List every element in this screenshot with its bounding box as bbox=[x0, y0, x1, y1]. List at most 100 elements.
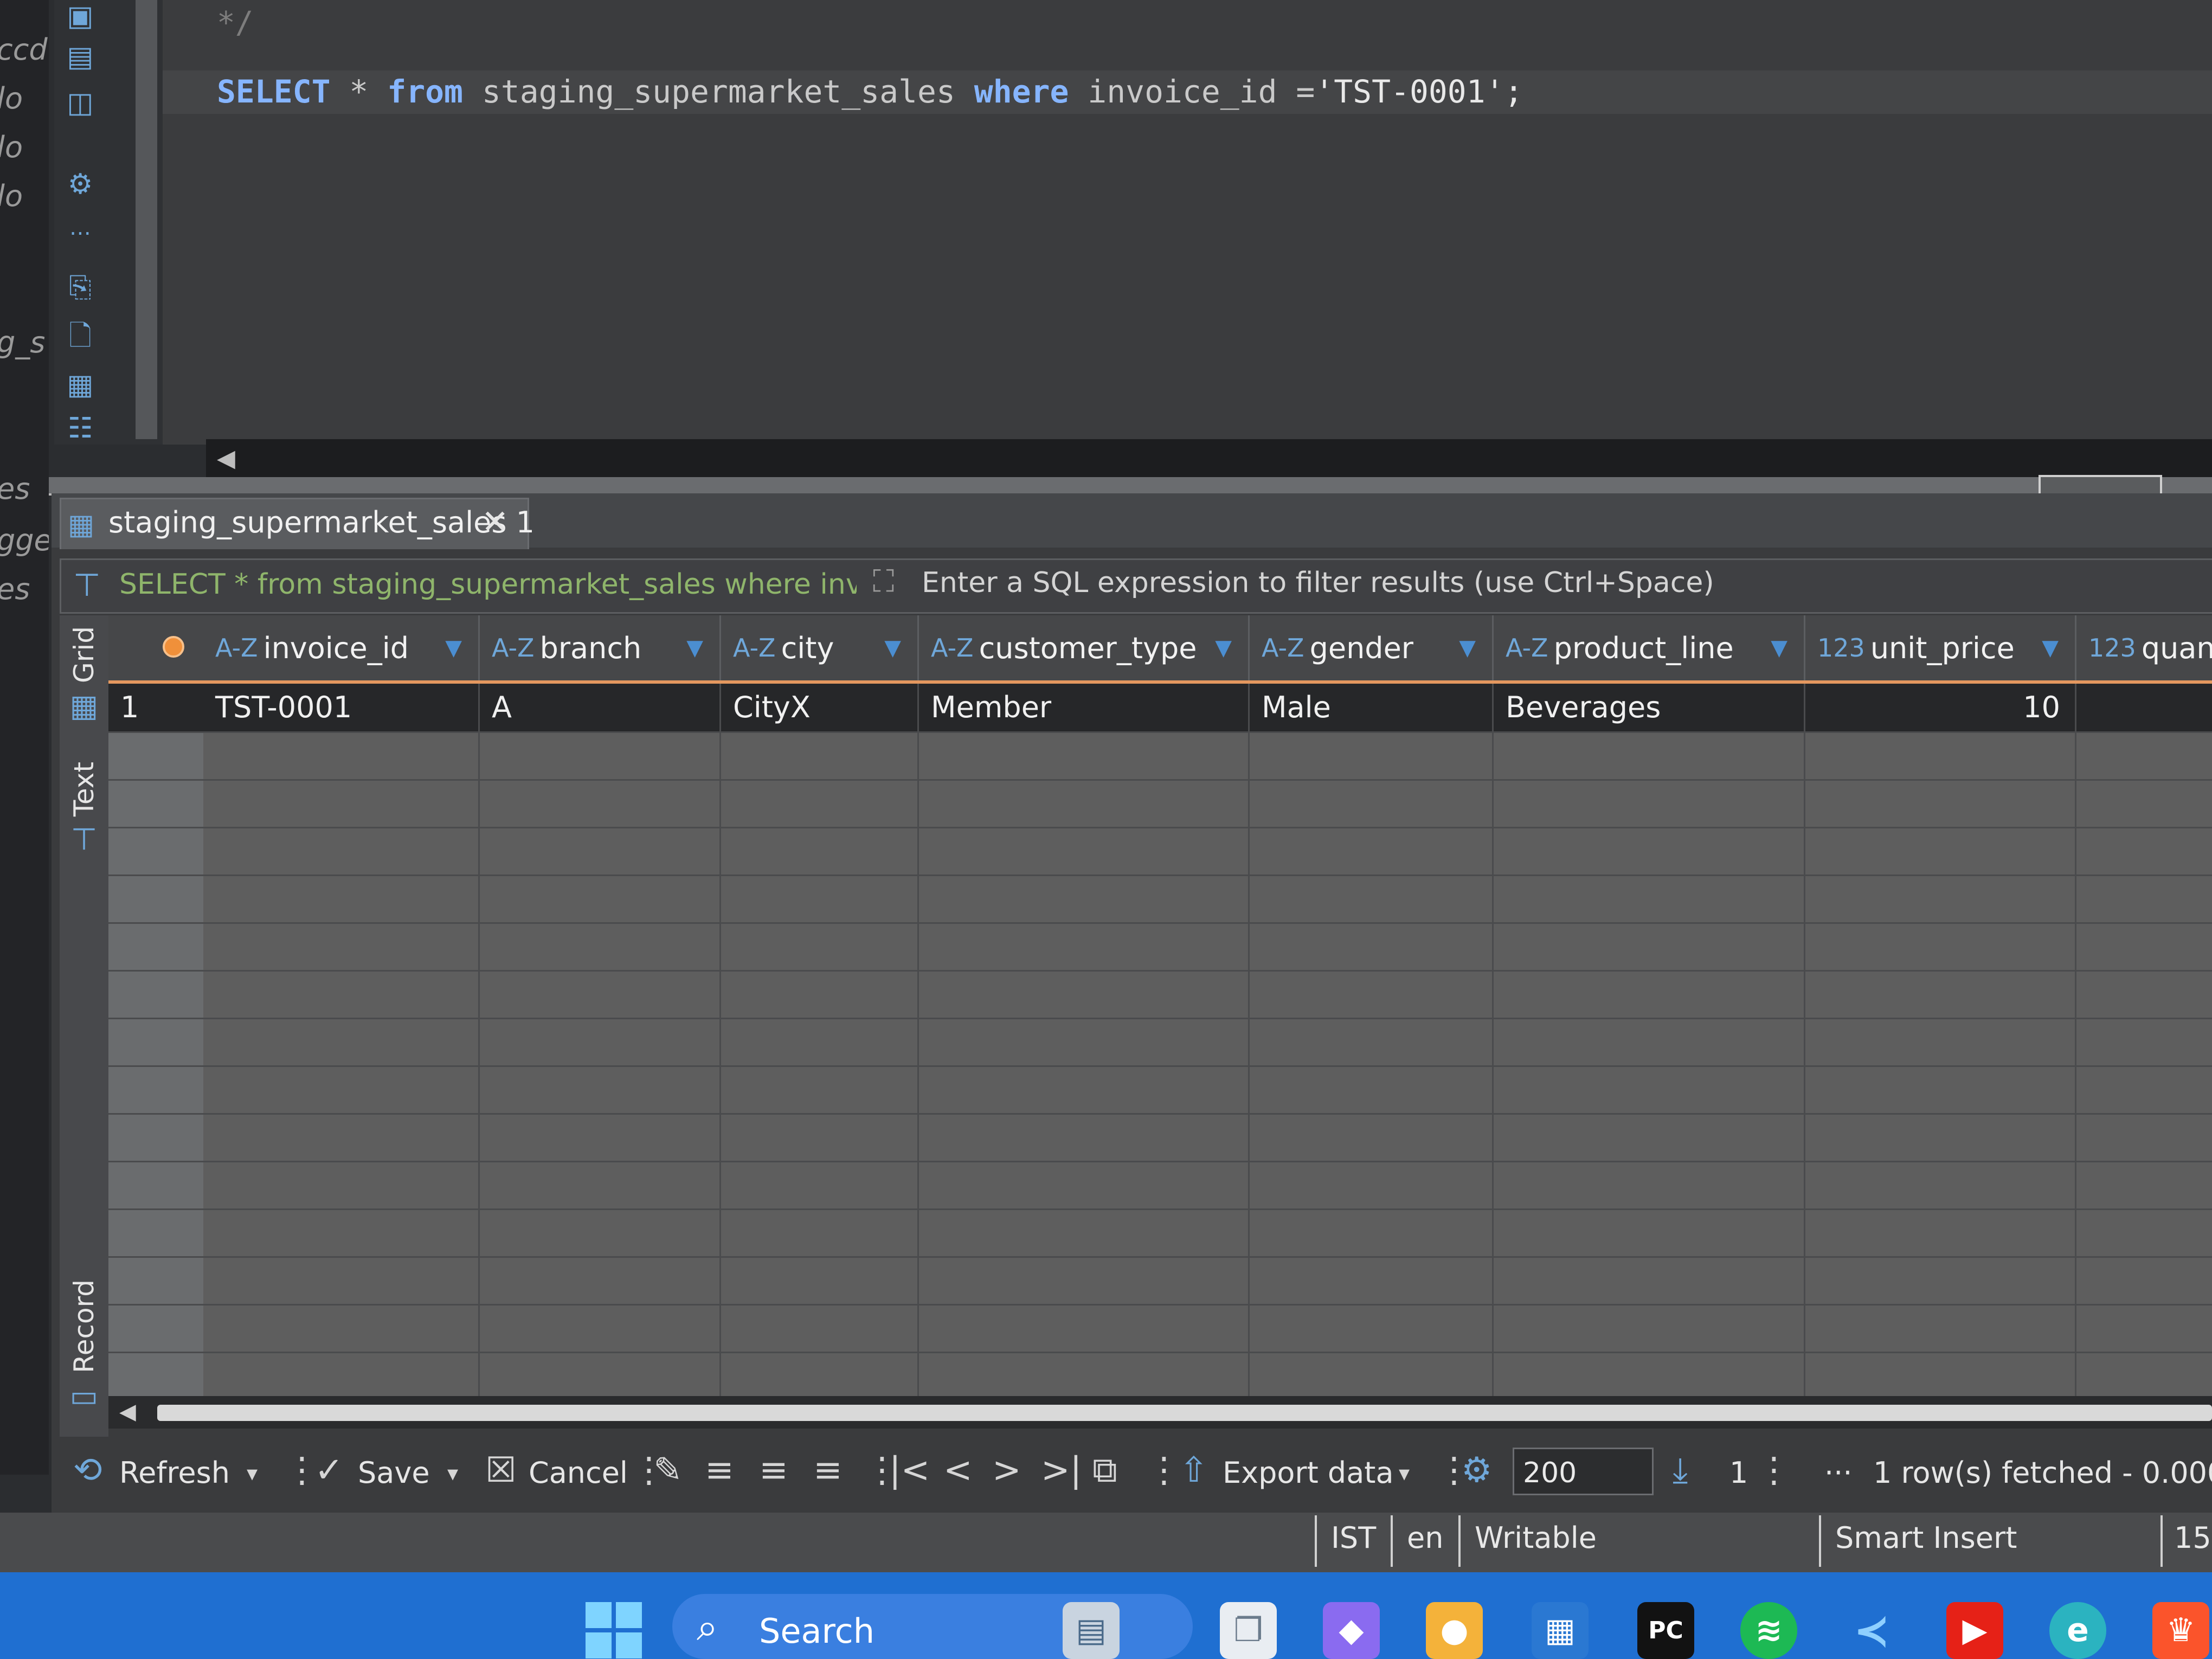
grid-column-divider bbox=[917, 684, 919, 1396]
edit-row-icon[interactable]: ✎ bbox=[653, 1450, 683, 1490]
table-cell-quanti[interactable] bbox=[2076, 684, 2212, 731]
expand-filter-icon[interactable]: ⛶ bbox=[873, 564, 894, 600]
tab-text[interactable]: Text ⊤ bbox=[60, 762, 108, 857]
paint-icon[interactable]: ● bbox=[1426, 1602, 1483, 1659]
export-script-icon[interactable]: ⎘ bbox=[64, 271, 97, 304]
scrollbar-thumb[interactable] bbox=[157, 1405, 2212, 1421]
column-filter-icon[interactable]: ▼ bbox=[686, 635, 703, 660]
navigator-item[interactable]: ccd bbox=[0, 33, 48, 67]
gear-icon[interactable]: ⚙ bbox=[1461, 1450, 1492, 1490]
save-button[interactable]: Save bbox=[358, 1456, 430, 1490]
fetch-next-icon[interactable]: ⤓ bbox=[1673, 1450, 1688, 1490]
sql-editor[interactable] bbox=[163, 0, 2212, 445]
status-insert-mode[interactable]: Smart Insert bbox=[1835, 1521, 2017, 1555]
last-page-icon[interactable]: >| bbox=[1041, 1450, 1082, 1490]
vscode-icon[interactable]: ≺ bbox=[1843, 1602, 1900, 1659]
fetch-size-input[interactable]: 200 bbox=[1513, 1448, 1654, 1495]
column-filter-icon[interactable]: ▼ bbox=[2042, 635, 2059, 660]
explain-plan-icon[interactable]: ◫ bbox=[64, 87, 97, 119]
navigator-item[interactable]: lo bbox=[0, 179, 23, 213]
scroll-left-icon[interactable]: ◀ bbox=[119, 1399, 136, 1424]
text-type-icon: A-Z bbox=[931, 633, 974, 663]
spotify-icon[interactable]: ≋ bbox=[1740, 1602, 1797, 1659]
more-icon[interactable]: ⋯ bbox=[64, 217, 97, 249]
tab-grid[interactable]: Grid ▦ bbox=[60, 626, 108, 724]
copy-row-icon[interactable]: ≡ bbox=[759, 1450, 788, 1490]
column-header-product-line[interactable]: A-Z product_line ▼ bbox=[1494, 615, 1805, 680]
more-options-icon[interactable]: ··· bbox=[1824, 1456, 1853, 1490]
cancel-button[interactable]: Cancel bbox=[529, 1456, 628, 1490]
grid-horizontal-scrollbar[interactable]: ◀ bbox=[108, 1396, 2212, 1429]
file-explorer-icon[interactable]: ▤ bbox=[1063, 1602, 1120, 1659]
save-icon[interactable]: ✓ bbox=[314, 1450, 344, 1490]
column-filter-icon[interactable]: ▼ bbox=[1771, 635, 1787, 660]
panel-splitter[interactable] bbox=[49, 477, 2212, 496]
settings-icon[interactable]: ⚙ bbox=[64, 168, 97, 201]
start-button[interactable] bbox=[586, 1602, 645, 1659]
brave-icon[interactable]: ♛ bbox=[2152, 1602, 2209, 1659]
column-header-branch[interactable]: A-Z branch ▼ bbox=[480, 615, 721, 680]
table-cell-city[interactable]: CityX bbox=[733, 684, 811, 731]
add-row-icon[interactable]: ≡ bbox=[705, 1450, 734, 1490]
delete-row-icon[interactable]: ≡ bbox=[813, 1450, 843, 1490]
next-page-icon[interactable]: > bbox=[992, 1450, 1021, 1490]
load-script-icon[interactable]: 🗋 bbox=[64, 320, 97, 352]
navigator-item[interactable]: es bbox=[0, 572, 30, 606]
fetch-status: 1 row(s) fetched - 0.000s, on bbox=[1873, 1456, 2212, 1490]
first-page-icon[interactable]: |< bbox=[889, 1450, 930, 1490]
previous-page-icon[interactable]: < bbox=[943, 1450, 973, 1490]
navigator-item[interactable]: gge bbox=[0, 523, 49, 557]
sql-statement[interactable]: SELECT * from staging_supermarket_sales … bbox=[217, 73, 1523, 110]
column-header-customer-type[interactable]: A-Z customer_type ▼ bbox=[919, 615, 1250, 680]
filter-input[interactable]: Enter a SQL expression to filter results… bbox=[922, 567, 1714, 599]
filter-text-icon[interactable]: ⊤ bbox=[73, 567, 101, 603]
show-variables-icon[interactable]: ▦ bbox=[64, 369, 97, 401]
pycharm-icon[interactable]: PC bbox=[1637, 1602, 1694, 1659]
fetch-all-icon[interactable]: ⧉ bbox=[1092, 1450, 1117, 1490]
table-cell-branch[interactable]: A bbox=[492, 684, 512, 731]
table-cell-gender[interactable]: Male bbox=[1262, 684, 1331, 731]
column-header-city[interactable]: A-Z city ▼ bbox=[721, 615, 919, 680]
navigator-item[interactable]: lo bbox=[0, 81, 23, 115]
results-tab-label[interactable]: staging_supermarket_sales 1 bbox=[108, 505, 535, 539]
refresh-dropdown-icon[interactable]: ▾ bbox=[247, 1461, 258, 1486]
navigator-item[interactable]: g_s bbox=[0, 325, 45, 359]
execute-statement-icon[interactable]: ▣ bbox=[64, 0, 97, 33]
table-cell-unit-price[interactable]: 10 bbox=[1805, 684, 2060, 731]
close-tab-icon[interactable]: ✕ bbox=[481, 503, 509, 541]
results-grid[interactable]: A-Z invoice_id ▼ A-Z branch ▼ A-Z city ▼ A-Z custo… bbox=[108, 615, 2212, 1396]
column-header-quanti[interactable]: 123quanti bbox=[2076, 615, 2212, 680]
layout-icon[interactable]: ☷ bbox=[64, 412, 97, 445]
execute-script-icon[interactable]: ▤ bbox=[64, 41, 97, 73]
cancel-icon[interactable]: ☒ bbox=[485, 1450, 516, 1490]
edge-icon[interactable]: e bbox=[2049, 1602, 2106, 1659]
column-header-unit-price[interactable]: 123 unit_price ▼ bbox=[1805, 615, 2076, 680]
table-cell-invoice-id[interactable]: TST-0001 bbox=[215, 684, 352, 731]
editor-horizontal-scrollbar[interactable]: ◀ bbox=[206, 439, 2212, 477]
export-data-button[interactable]: Export data bbox=[1223, 1456, 1394, 1490]
microsoft-store-icon[interactable]: ▦ bbox=[1532, 1602, 1589, 1659]
refresh-button[interactable]: Refresh bbox=[119, 1456, 230, 1490]
navigator-item[interactable]: lo bbox=[0, 130, 23, 164]
column-filter-icon[interactable]: ▼ bbox=[1459, 635, 1476, 660]
tab-record[interactable]: Record ▭ bbox=[60, 1279, 108, 1414]
sql-keyword: SELECT bbox=[217, 73, 331, 110]
refresh-icon[interactable]: ⟲ bbox=[73, 1450, 102, 1490]
column-header-gender[interactable]: A-Z gender ▼ bbox=[1250, 615, 1494, 680]
column-filter-icon[interactable]: ▼ bbox=[445, 635, 462, 660]
table-cell-customer-type[interactable]: Member bbox=[931, 684, 1051, 731]
save-dropdown-icon[interactable]: ▾ bbox=[447, 1461, 458, 1486]
export-dropdown-icon[interactable]: ▾ bbox=[1399, 1461, 1410, 1486]
youtube-icon[interactable]: ▶ bbox=[1946, 1602, 2003, 1659]
table-cell-product-line[interactable]: Beverages bbox=[1506, 684, 1661, 731]
column-filter-icon[interactable]: ▼ bbox=[884, 635, 901, 660]
task-view-icon[interactable]: ❐ bbox=[1220, 1602, 1277, 1659]
export-icon[interactable]: ⇧ bbox=[1179, 1450, 1208, 1490]
taskbar-search-label[interactable]: Search bbox=[759, 1611, 874, 1651]
column-filter-icon[interactable]: ▼ bbox=[1215, 635, 1232, 660]
row-number[interactable]: 1 bbox=[120, 684, 139, 731]
column-header-invoice-id[interactable]: A-Z invoice_id ▼ bbox=[203, 615, 480, 680]
copilot-icon[interactable]: ◆ bbox=[1323, 1602, 1380, 1659]
navigator-item[interactable]: es bbox=[0, 472, 30, 506]
scroll-left-icon[interactable]: ◀ bbox=[217, 445, 235, 472]
